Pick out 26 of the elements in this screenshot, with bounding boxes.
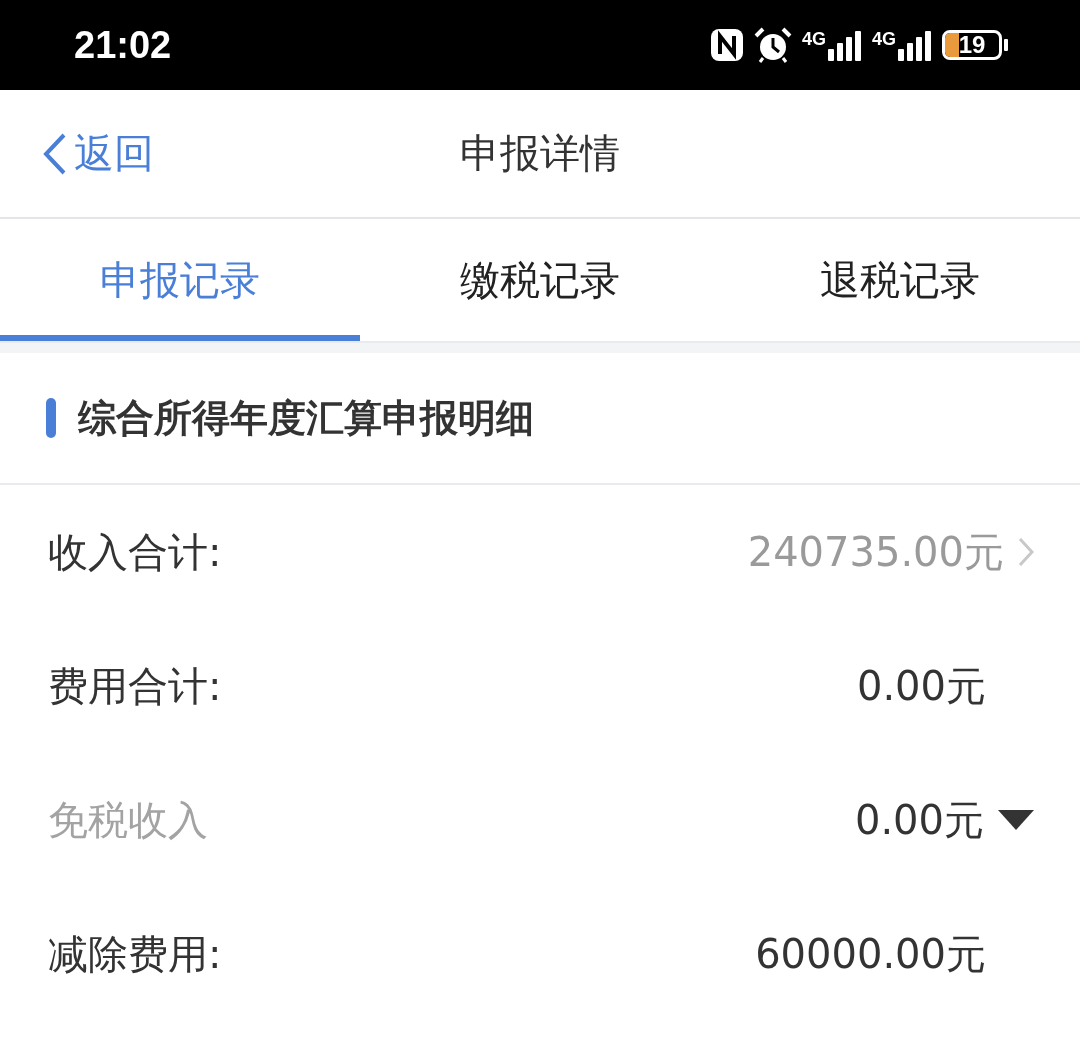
tab[interactable]: 申报记录 [0,219,360,341]
clock-time: 21:02 [74,23,172,67]
field-label: 免税收入 [48,795,208,845]
field-value: 0.00元 [854,795,984,845]
back-button[interactable]: 返回 [42,126,154,181]
field-label: 费用合计: [48,661,222,711]
alarm-clock-icon [753,27,792,63]
field-value: 0.00元 [856,661,986,711]
caret-icon [998,810,1034,830]
field-value: 60000.00元 [755,929,986,979]
chevron-right-icon [1018,537,1034,567]
network-type: 4G [801,29,826,50]
field-label: 减除费用: [48,929,222,979]
section-marker [46,398,56,438]
signal-icon [828,29,862,61]
section-title: 综合所得年度汇算申报明细 [78,394,534,442]
tab[interactable]: 退税记录 [720,219,1080,341]
page-title: 申报详情 [460,130,620,176]
battery-icon: 19 [942,30,1002,60]
field-value: 240735.00元 [747,527,1004,577]
tab[interactable]: 缴税记录 [360,219,720,341]
chevron-left-icon [42,131,68,176]
field-label: 收入合计: [48,527,222,577]
signal-icon [898,29,932,61]
network-type: 4G [872,29,896,50]
nfc-icon [709,28,744,62]
